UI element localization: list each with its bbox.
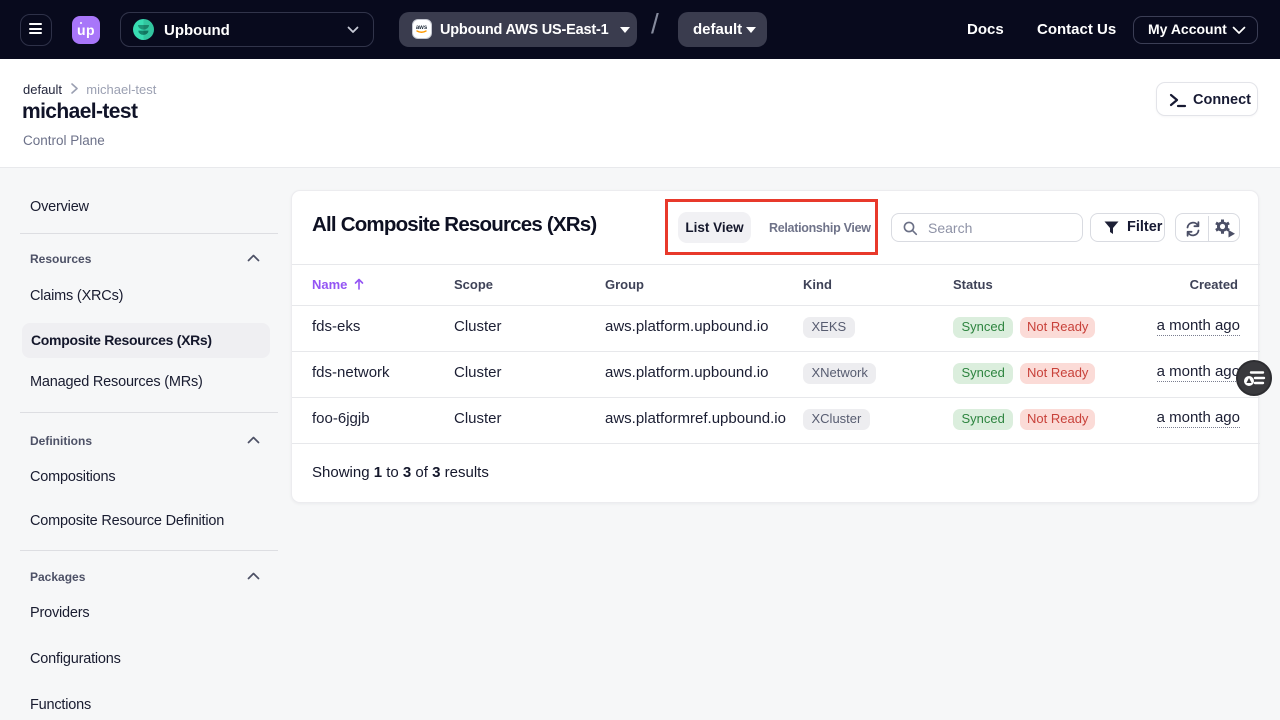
svg-text:aws: aws — [416, 25, 428, 31]
